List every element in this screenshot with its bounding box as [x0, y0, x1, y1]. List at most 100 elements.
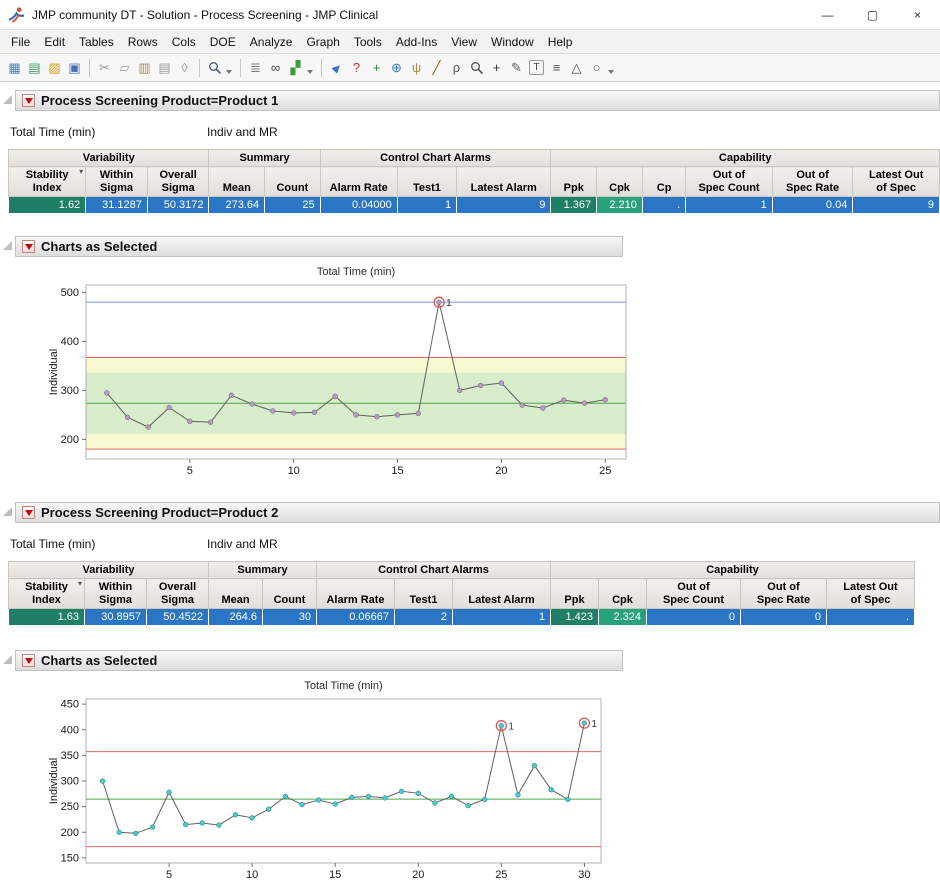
cell[interactable]: 31.1287	[86, 197, 148, 214]
data-point[interactable]	[349, 795, 354, 800]
data-point[interactable]	[167, 405, 172, 410]
data-point[interactable]	[300, 802, 305, 807]
data-point[interactable]	[100, 779, 105, 784]
paste-icon[interactable]: ▥	[135, 58, 154, 77]
oval-tool-icon[interactable]: ○	[587, 58, 606, 77]
data-point[interactable]	[333, 802, 338, 807]
data-row[interactable]: 1.6231.128750.3172273.64250.04000191.367…	[9, 197, 940, 214]
data-point[interactable]	[449, 794, 454, 799]
menu-graph[interactable]: Graph	[299, 32, 346, 52]
data-point[interactable]	[217, 823, 222, 828]
cell[interactable]: 1.423	[551, 609, 599, 626]
copy-with-formatting-icon[interactable]: ▤	[155, 58, 174, 77]
column-header[interactable]: Stability Index▾	[9, 167, 86, 197]
cell[interactable]: 0.04	[772, 197, 853, 214]
data-point[interactable]	[603, 397, 608, 402]
crosshair-tool-icon[interactable]: +	[367, 58, 386, 77]
cell[interactable]: 50.3172	[147, 197, 209, 214]
data-row[interactable]: 1.6330.895750.4522264.6300.06667211.4232…	[9, 609, 915, 626]
menu-tools[interactable]: Tools	[347, 32, 389, 52]
save-icon[interactable]: ▣	[65, 58, 84, 77]
brush-tool-icon[interactable]: ╱	[427, 58, 446, 77]
globe-tool-icon[interactable]: ⊕	[387, 58, 406, 77]
control-chart-product2[interactable]: 1502002503003504004505101520253011Total …	[46, 677, 611, 887]
data-point[interactable]	[366, 794, 371, 799]
close-button[interactable]: ×	[895, 0, 940, 29]
help-tool-icon[interactable]: ?	[347, 58, 366, 77]
data-point[interactable]	[582, 721, 587, 726]
red-triangle-menu-icon[interactable]	[22, 94, 35, 107]
cell[interactable]: 273.64	[209, 197, 265, 214]
section-header-charts1[interactable]: Charts as Selected	[15, 236, 623, 257]
data-point[interactable]	[499, 381, 504, 386]
data-point[interactable]	[532, 763, 537, 768]
data-point[interactable]	[437, 300, 442, 305]
lasso-tool-icon[interactable]: ρ	[447, 58, 466, 77]
grabber-tool-icon[interactable]: ψ	[407, 58, 426, 77]
data-point[interactable]	[516, 792, 521, 797]
data-point[interactable]	[354, 413, 359, 418]
data-point[interactable]	[187, 419, 192, 424]
menu-tables[interactable]: Tables	[72, 32, 121, 52]
column-header[interactable]: Overall Sigma	[147, 579, 209, 609]
menu-rows[interactable]: Rows	[121, 32, 165, 52]
column-header[interactable]: Within Sigma	[85, 579, 147, 609]
data-point[interactable]	[208, 420, 213, 425]
data-point[interactable]	[266, 807, 271, 812]
arrow-tool-icon[interactable]: ►	[323, 54, 350, 81]
data-point[interactable]	[283, 794, 288, 799]
data-point[interactable]	[499, 723, 504, 728]
column-header[interactable]: Cpk	[599, 579, 647, 609]
cell[interactable]: 1	[453, 609, 551, 626]
data-point[interactable]	[133, 831, 138, 836]
plus-tool-icon[interactable]: +	[487, 58, 506, 77]
search-icon[interactable]	[205, 58, 224, 77]
red-triangle-menu-icon[interactable]	[22, 240, 35, 253]
column-header[interactable]: Latest Out of Spec	[853, 167, 940, 197]
cell[interactable]: 0.04000	[320, 197, 397, 214]
cell[interactable]: 1.63	[9, 609, 85, 626]
column-header[interactable]: Test1	[397, 167, 456, 197]
cell[interactable]: 9	[457, 197, 551, 214]
column-header[interactable]: Out of Spec Count	[647, 579, 741, 609]
data-point[interactable]	[229, 393, 234, 398]
lock-icon[interactable]: ◊	[175, 58, 194, 77]
data-point[interactable]	[150, 825, 155, 830]
copy-icon[interactable]: ▱	[115, 58, 134, 77]
data-point[interactable]	[433, 801, 438, 806]
column-header[interactable]: Out of Spec Rate	[741, 579, 827, 609]
process-screening-table-product1[interactable]: VariabilitySummaryControl Chart AlarmsCa…	[8, 149, 940, 214]
column-header[interactable]: Ppk	[551, 579, 599, 609]
data-point[interactable]	[416, 791, 421, 796]
cell[interactable]: 0	[741, 609, 827, 626]
collapse-triangle-icon[interactable]	[3, 507, 12, 516]
magnifier-tool-icon[interactable]	[467, 58, 486, 77]
column-header[interactable]: Within Sigma	[86, 167, 148, 197]
section-header-product1[interactable]: Process Screening Product=Product 1	[15, 90, 940, 111]
collapse-triangle-icon[interactable]	[3, 241, 12, 250]
menu-addins[interactable]: Add-Ins	[389, 32, 444, 52]
cell[interactable]: .	[827, 609, 915, 626]
line-tool-icon[interactable]: ≡	[547, 58, 566, 77]
data-point[interactable]	[316, 798, 321, 803]
menu-edit[interactable]: Edit	[37, 32, 72, 52]
column-header[interactable]: Out of Spec Count	[686, 167, 773, 197]
cell[interactable]: 0.06667	[317, 609, 395, 626]
cell[interactable]: 264.6	[209, 609, 263, 626]
section-header-product2[interactable]: Process Screening Product=Product 2	[15, 502, 940, 523]
column-header[interactable]: Mean	[209, 167, 265, 197]
menu-window[interactable]: Window	[484, 32, 541, 52]
column-header[interactable]: Count	[265, 167, 321, 197]
data-point[interactable]	[312, 410, 317, 415]
data-point[interactable]	[399, 789, 404, 794]
menu-view[interactable]: View	[444, 32, 484, 52]
data-point[interactable]	[183, 822, 188, 827]
data-point[interactable]	[250, 402, 255, 407]
polygon-tool-icon[interactable]: △	[567, 58, 586, 77]
data-point[interactable]	[478, 383, 483, 388]
menu-analyze[interactable]: Analyze	[243, 32, 300, 52]
data-point[interactable]	[146, 425, 151, 430]
cell[interactable]: 30	[263, 609, 317, 626]
collapse-triangle-icon[interactable]	[3, 655, 12, 664]
data-point[interactable]	[395, 413, 400, 418]
